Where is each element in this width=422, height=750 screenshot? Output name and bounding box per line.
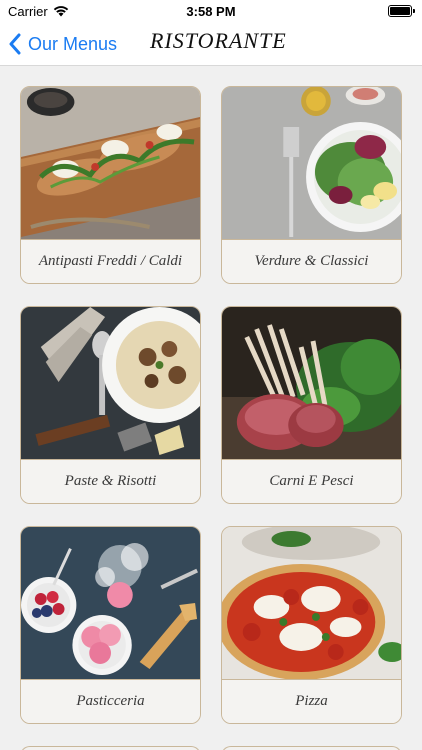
menu-card-partial[interactable] bbox=[221, 746, 402, 750]
menu-card-verdure[interactable]: Verdure & Classici bbox=[221, 86, 402, 284]
gelato-image bbox=[21, 527, 200, 679]
menu-card-carni[interactable]: Carni E Pesci bbox=[221, 306, 402, 504]
menu-card-pasticceria[interactable]: Pasticceria bbox=[20, 526, 201, 724]
wifi-icon bbox=[53, 6, 68, 17]
back-button[interactable]: Our Menus bbox=[8, 30, 117, 58]
carrier-label: Carrier bbox=[8, 3, 48, 19]
menu-card-label: Verdure & Classici bbox=[222, 239, 401, 283]
menu-card-label: Pizza bbox=[222, 679, 401, 723]
back-label: Our Menus bbox=[28, 33, 118, 54]
menu-card-partial[interactable] bbox=[20, 746, 201, 750]
menu-card-paste[interactable]: Paste & Risotti bbox=[20, 306, 201, 504]
lamb-rack-image bbox=[222, 307, 401, 459]
menu-grid: Antipasti Freddi / Caldi Verdure & Class… bbox=[20, 86, 402, 750]
bruschetta-image bbox=[21, 87, 200, 239]
salad-image bbox=[222, 87, 401, 239]
pizza-image bbox=[222, 527, 401, 679]
nav-bar: Our Menus RISTORANTE bbox=[0, 22, 422, 66]
menu-card-label: Pasticceria bbox=[21, 679, 200, 723]
menu-card-label: Antipasti Freddi / Caldi bbox=[21, 239, 200, 283]
menu-card-label: Carni E Pesci bbox=[222, 459, 401, 503]
menu-card-antipasti[interactable]: Antipasti Freddi / Caldi bbox=[20, 86, 201, 284]
page-title: RISTORANTE bbox=[150, 28, 287, 53]
battery-icon bbox=[388, 5, 415, 17]
menu-card-label: Paste & Risotti bbox=[21, 459, 200, 503]
status-left: Carrier bbox=[8, 4, 69, 19]
chevron-left-icon bbox=[9, 33, 21, 55]
menu-card-pizza[interactable]: Pizza bbox=[221, 526, 402, 724]
status-bar: Carrier 3:58 PM bbox=[0, 0, 422, 22]
risotto-image bbox=[21, 307, 200, 459]
